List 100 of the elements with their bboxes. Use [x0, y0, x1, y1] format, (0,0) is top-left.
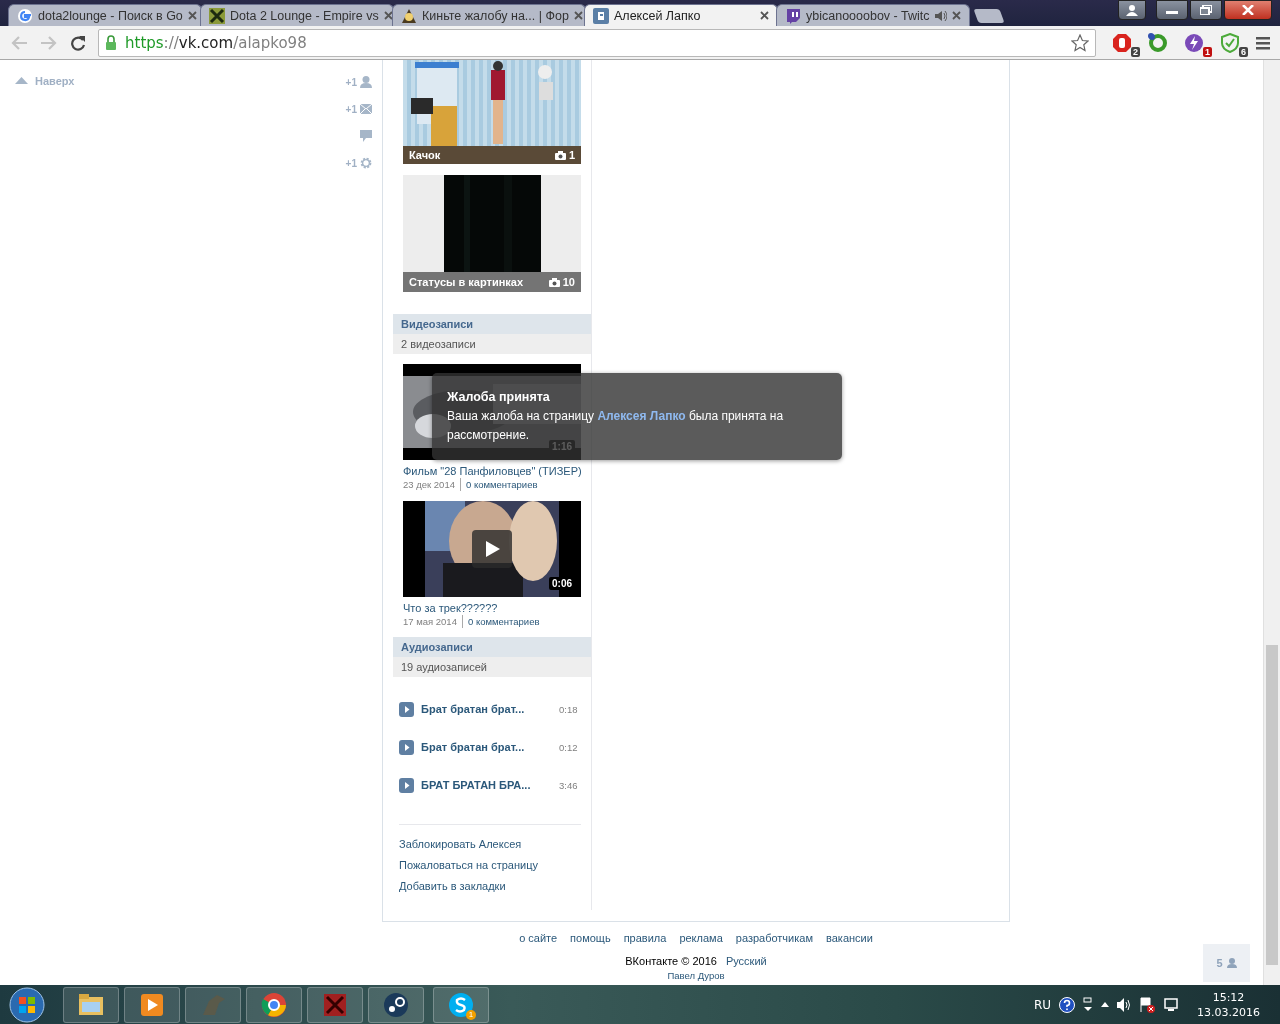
footer-link[interactable]: помощь — [570, 932, 611, 944]
camera-icon — [554, 150, 566, 160]
comments-link[interactable]: 0 комментариев — [459, 478, 538, 491]
skype-icon — [447, 990, 475, 1019]
counter-text: +1 — [345, 76, 357, 88]
shield-check-icon[interactable] — [1220, 32, 1240, 53]
star-icon[interactable] — [1071, 33, 1089, 52]
close-icon — [1242, 5, 1254, 15]
favicon-icon — [593, 7, 609, 24]
taskbar-app[interactable] — [307, 986, 363, 1023]
audio-duration: 0:18 — [559, 703, 578, 715]
section-count[interactable]: 2 видеозаписи — [393, 334, 591, 354]
play-icon[interactable] — [399, 739, 414, 755]
network-status-icon[interactable] — [1083, 996, 1093, 1013]
video-title[interactable]: Фильм "28 Панфиловцев" (ТИЗЕР) — [403, 464, 581, 478]
section-header[interactable]: Аудиозаписи — [393, 637, 591, 657]
close-icon[interactable] — [187, 11, 197, 20]
album-title: Качок — [409, 149, 441, 161]
notification-title: Жалоба принята — [447, 389, 551, 405]
footer-link[interactable]: реклама — [679, 932, 723, 944]
menu-icon[interactable] — [1256, 35, 1270, 50]
audio-title[interactable]: БРАТ БРАТАН БРА... — [421, 779, 559, 791]
browser-tab[interactable]: ybicanoooobov - Twitc — [776, 4, 970, 26]
extension-badge: 6 — [1239, 46, 1248, 57]
chrome-icon — [260, 990, 288, 1019]
address-bar[interactable]: https://vk.com/alapko98 — [98, 28, 1096, 57]
close-icon[interactable] — [952, 11, 961, 20]
audio-duration: 0:12 — [559, 741, 578, 753]
person-icon — [1126, 4, 1138, 16]
language-indicator[interactable]: RU — [1033, 997, 1051, 1012]
counter-text: +1 — [345, 103, 357, 115]
audio-title[interactable]: Брат братан брат... — [421, 703, 559, 715]
favicon-icon — [785, 7, 801, 24]
browser-tab[interactable]: Алексей Лапко — [584, 4, 778, 26]
author-link[interactable]: Павел Дуров — [667, 970, 725, 981]
close-icon[interactable] — [383, 11, 393, 20]
browser-tab[interactable]: Киньте жалобу на... | Фор — [392, 4, 586, 26]
browser-tab[interactable]: Dota 2 Lounge - Empire vs — [200, 4, 394, 26]
new-tab-button[interactable] — [973, 9, 1005, 23]
taskbar-app[interactable] — [63, 986, 119, 1023]
help-icon[interactable] — [1059, 996, 1075, 1013]
play-icon[interactable] — [399, 777, 414, 793]
photo-count: 10 — [562, 276, 575, 288]
scrollbar[interactable] — [1263, 60, 1280, 985]
footer-link[interactable]: разработчикам — [735, 932, 813, 944]
taskbar-app[interactable] — [124, 986, 180, 1023]
favicon-icon — [209, 7, 225, 24]
reload-icon[interactable] — [70, 34, 86, 51]
action-link[interactable]: Добавить в закладки — [399, 876, 581, 897]
ring-icon[interactable] — [1148, 32, 1168, 53]
browser-tab[interactable]: dota2lounge - Поиск в Go — [8, 4, 202, 26]
video-date: 23 дек 2014 — [403, 478, 456, 491]
start-button[interactable] — [8, 985, 46, 1024]
counter-text: +1 — [345, 157, 357, 169]
video-duration: 0:06 — [549, 577, 575, 590]
album-title: Статусы в картинках — [409, 276, 524, 288]
copyright-text: ВКонтакте © 2016 — [625, 955, 717, 967]
video-date: 17 мая 2014 — [403, 615, 458, 628]
footer-link[interactable]: правила — [623, 932, 667, 944]
close-window-button[interactable] — [1224, 0, 1272, 20]
photo-count: 1 — [568, 149, 575, 161]
up-arrow-icon[interactable] — [1101, 1002, 1109, 1007]
photo-album[interactable]: Качок 1 — [403, 60, 581, 164]
lock-icon — [105, 35, 117, 50]
action-link[interactable]: Пожаловаться на страницу — [399, 855, 581, 876]
audio-title[interactable]: Брат братан брат... — [421, 741, 559, 753]
minimize-button[interactable] — [1156, 0, 1188, 20]
monitor-icon[interactable] — [1163, 997, 1179, 1012]
taskbar-app[interactable] — [246, 986, 302, 1023]
steam-icon — [382, 990, 410, 1019]
notification-text: Ваша жалоба на страницу Алексея Лапко была принята на рассмотрение. — [447, 408, 785, 442]
taskbar-app[interactable] — [368, 986, 424, 1023]
person-icon — [1226, 958, 1237, 968]
comments-link[interactable]: 0 комментариев — [461, 615, 540, 628]
lightning-icon[interactable] — [1184, 32, 1204, 53]
language-link[interactable]: Русский — [725, 955, 767, 967]
close-icon[interactable] — [760, 11, 769, 20]
flag-icon[interactable] — [1139, 996, 1155, 1013]
favicon-icon — [17, 7, 33, 24]
clock[interactable]: 15:12 13.03.2016 — [1197, 989, 1260, 1020]
section-count[interactable]: 19 аудиозаписей — [393, 657, 591, 677]
footer-link[interactable]: о сайте — [519, 932, 558, 944]
extension-badge: 1 — [1203, 46, 1212, 57]
video-title[interactable]: Что за трек?????? — [403, 601, 581, 615]
speaker-icon[interactable] — [1117, 997, 1131, 1012]
footer-link[interactable]: вакансии — [826, 932, 873, 944]
notification-badge: 1 — [466, 1009, 476, 1020]
profile-button[interactable] — [1118, 0, 1146, 20]
close-icon[interactable] — [573, 11, 583, 20]
restore-button[interactable] — [1190, 0, 1222, 20]
restore-icon — [1200, 5, 1212, 15]
play-icon[interactable] — [399, 701, 414, 717]
play-button[interactable] — [472, 530, 512, 568]
triangle-icon — [15, 77, 28, 84]
favicon-icon — [401, 7, 417, 24]
camera-icon — [548, 277, 560, 287]
extension-badge: 2 — [1131, 46, 1140, 57]
photo-album[interactable]: Статусы в картинках 10 — [403, 175, 581, 292]
section-header[interactable]: Видеозаписи — [393, 314, 591, 334]
action-link[interactable]: Заблокировать Алексея — [399, 834, 581, 855]
